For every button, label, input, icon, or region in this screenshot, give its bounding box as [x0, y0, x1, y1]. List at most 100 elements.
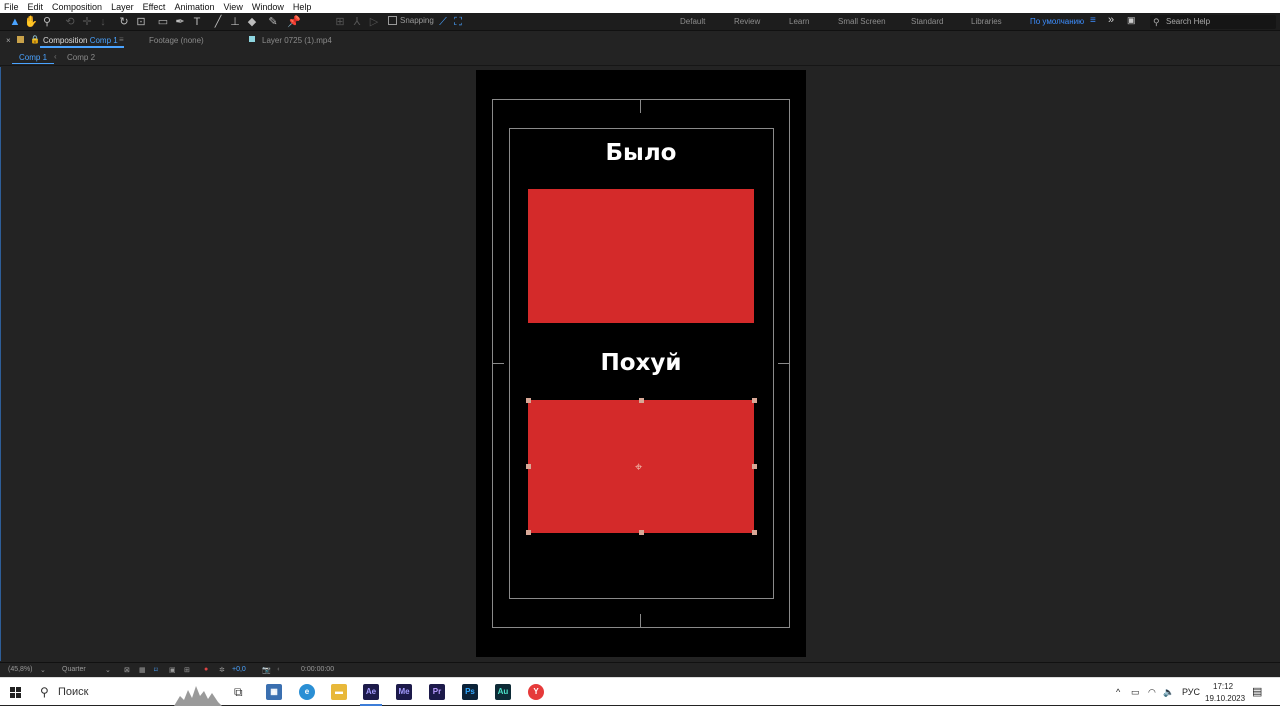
world-axis-icon[interactable]: ⅄ [350, 15, 364, 29]
menu-view[interactable]: View [219, 2, 247, 12]
eraser-tool-icon[interactable]: ◆ [245, 15, 259, 29]
media-encoder-app-icon[interactable]: Me [396, 684, 412, 700]
notifications-icon[interactable]: ▤ [1252, 685, 1262, 698]
more-workspaces-icon[interactable]: » [1108, 14, 1114, 26]
footage-tab[interactable]: Footage (none) [149, 36, 204, 45]
pan-camera-icon[interactable]: ✛ [80, 15, 94, 29]
photoshop-app-icon[interactable]: Ps [462, 684, 478, 700]
snap-edges-icon[interactable]: ⟋ [436, 15, 450, 29]
transform-handle-ml[interactable] [526, 464, 531, 469]
composition-canvas[interactable]: Было Похуй ⌖ [476, 70, 806, 657]
transform-handle-bl[interactable] [526, 530, 531, 535]
menu-file[interactable]: File [0, 2, 24, 12]
transform-handle-mr[interactable] [752, 464, 757, 469]
windows-start-icon[interactable] [10, 687, 21, 698]
menu-effect[interactable]: Effect [139, 2, 171, 12]
transform-handle-tl[interactable] [526, 398, 531, 403]
clock-date[interactable]: 19.10.2023 [1205, 694, 1245, 703]
search-help-field[interactable]: ⚲ Search Help [1150, 15, 1276, 29]
region-of-interest-icon[interactable]: ▣ [169, 666, 176, 674]
workspace-review[interactable]: Review [734, 17, 760, 26]
transparency-grid-icon[interactable]: ▦ [139, 666, 146, 674]
workspace-layout-icon[interactable]: ▣ [1127, 15, 1136, 26]
workspace-active[interactable]: По умолчанию [1030, 17, 1084, 26]
puppet-pin-tool-icon[interactable]: 📌 [287, 15, 301, 29]
calculator-app-icon[interactable]: ▦ [266, 684, 282, 700]
composition-viewer[interactable]: Было Похуй ⌖ [0, 67, 1280, 661]
menu-layer[interactable]: Layer [107, 2, 139, 12]
snapshot-camera-icon[interactable]: 📷 [262, 666, 271, 674]
orbit-camera-icon[interactable]: ⟲ [63, 15, 77, 29]
lock-icon[interactable]: 🔒 [30, 35, 40, 44]
input-language[interactable]: РУС [1182, 687, 1200, 697]
workspace-standard[interactable]: Standard [911, 17, 943, 26]
zoom-level[interactable]: (45,8%) [8, 666, 33, 673]
anchor-point-icon[interactable]: ⌖ [635, 460, 642, 473]
workspace-default[interactable]: Default [680, 17, 705, 26]
layer-tab[interactable]: Layer 0725 (1).mp4 [262, 36, 332, 45]
audition-app-icon[interactable]: Au [495, 684, 511, 700]
workspace-libraries[interactable]: Libraries [971, 17, 1002, 26]
pan-behind-tool-icon[interactable]: ⊡ [134, 15, 148, 29]
menu-animation[interactable]: Animation [170, 2, 219, 12]
taskbar-search-label[interactable]: Поиск [58, 686, 88, 698]
file-explorer-icon[interactable]: ▬ [331, 684, 347, 700]
comp-tab-1[interactable]: Comp 1 [19, 53, 47, 62]
exposure-value[interactable]: +0,0 [232, 666, 246, 673]
zoom-tool-icon[interactable]: ⚲ [40, 15, 54, 29]
top-red-rectangle[interactable] [528, 189, 754, 323]
after-effects-app-icon[interactable]: Ae [360, 684, 382, 706]
workspace-small-screen[interactable]: Small Screen [838, 17, 886, 26]
resolution-dropdown[interactable]: Quarter [62, 666, 86, 673]
volume-icon[interactable]: 🔈 [1163, 687, 1174, 698]
wifi-icon[interactable]: ◠ [1148, 687, 1156, 698]
bottom-title-text[interactable]: Похуй [476, 350, 806, 376]
rectangle-tool-icon[interactable]: ▭ [156, 15, 170, 29]
rotation-tool-icon[interactable]: ↻ [117, 15, 131, 29]
panel-menu-icon[interactable]: ≡ [119, 35, 124, 44]
hand-tool-icon[interactable]: ✋ [24, 15, 38, 29]
zoom-dropdown-icon[interactable]: ⌄ [40, 666, 46, 674]
top-title-text[interactable]: Было [476, 140, 806, 166]
local-axis-icon[interactable]: ⊞ [333, 15, 347, 29]
workspace-menu-icon[interactable]: ≡ [1090, 15, 1096, 26]
transform-handle-bc[interactable] [639, 530, 644, 535]
mask-path-icon[interactable]: ⌑ [154, 666, 158, 674]
show-snapshot-icon[interactable]: ◐ [277, 666, 281, 673]
clock-time[interactable]: 17:12 [1213, 682, 1233, 691]
composition-tab[interactable]: Composition Comp 1 [43, 36, 118, 45]
battery-icon[interactable]: ▭ [1131, 687, 1140, 698]
menu-window[interactable]: Window [248, 2, 289, 12]
workspace-learn[interactable]: Learn [789, 17, 809, 26]
menu-edit[interactable]: Edit [24, 2, 49, 12]
premiere-pro-app-icon[interactable]: Pr [429, 684, 445, 700]
color-management-icon[interactable]: ✲ [219, 666, 225, 674]
channels-icon[interactable]: ● [204, 666, 208, 673]
transform-handle-br[interactable] [752, 530, 757, 535]
close-panel-icon[interactable]: × [6, 36, 11, 45]
taskbar-search-icon[interactable]: ⚲ [40, 685, 49, 699]
dolly-camera-icon[interactable]: ↓ [96, 15, 110, 29]
brush-tool-icon[interactable]: ╱ [211, 15, 225, 29]
selection-tool-icon[interactable]: ▲ [8, 15, 22, 29]
view-axis-icon[interactable]: ▷ [367, 15, 381, 29]
text-tool-icon[interactable]: T [190, 15, 204, 29]
transform-handle-tc[interactable] [639, 398, 644, 403]
resolution-dropdown-icon[interactable]: ⌄ [105, 666, 111, 674]
comp-tab-2[interactable]: Comp 2 [67, 53, 95, 62]
task-view-icon[interactable]: ⧉ [234, 685, 243, 700]
fast-previews-icon[interactable]: ⊠ [124, 666, 130, 674]
snapping-checkbox[interactable] [388, 16, 397, 25]
clone-stamp-tool-icon[interactable]: ⊥ [228, 15, 242, 29]
snapping-toggle[interactable]: Snapping [388, 16, 434, 25]
edge-browser-icon[interactable]: e [299, 684, 315, 700]
snap-features-icon[interactable]: ⛶ [451, 15, 465, 29]
menu-composition[interactable]: Composition [48, 2, 107, 12]
menu-help[interactable]: Help [289, 2, 317, 12]
transform-handle-tr[interactable] [752, 398, 757, 403]
current-timecode[interactable]: 0:00:00:00 [301, 666, 334, 673]
yandex-browser-icon[interactable]: Y [528, 684, 544, 700]
pen-tool-icon[interactable]: ✒ [173, 15, 187, 29]
show-hidden-icons-icon[interactable]: ^ [1116, 687, 1120, 697]
roto-brush-tool-icon[interactable]: ✎ [266, 15, 280, 29]
